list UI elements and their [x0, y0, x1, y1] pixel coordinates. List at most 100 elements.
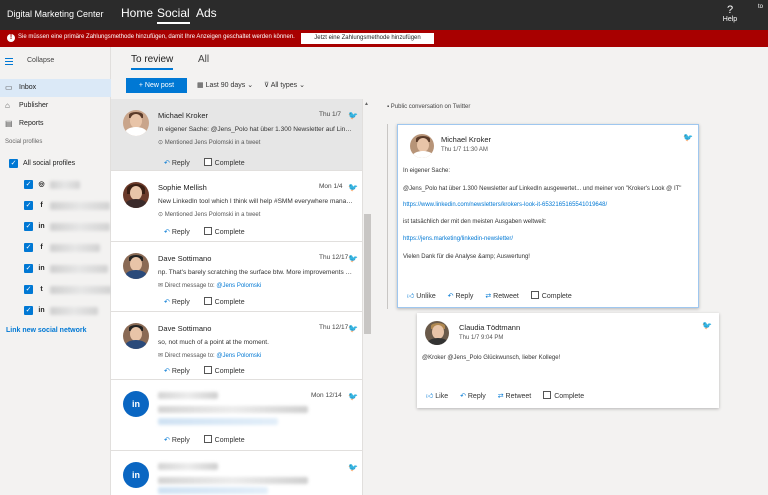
profile-name-blurred	[50, 244, 100, 252]
reply-button[interactable]: ↶ Reply	[448, 292, 474, 300]
post-author: Michael Kroker	[441, 135, 492, 144]
reply-button[interactable]: ↶ Reply	[164, 228, 190, 236]
scrollbar-thumb[interactable]	[364, 214, 371, 334]
item-meta: ⊙ Mentioned Jens Polomski in a tweet	[158, 139, 260, 146]
date-filter-dropdown[interactable]: ▦ Last 90 days ⌄	[197, 81, 253, 89]
message-feed[interactable]: Michael Kroker Thu 1/7 🐦 In eigener Sach…	[111, 99, 363, 495]
unlike-label: Unlike	[416, 293, 436, 300]
feed-item[interactable]: Michael Kroker Thu 1/7 🐦 In eigener Sach…	[111, 99, 362, 171]
check-icon: ✓	[24, 306, 33, 315]
mention-link[interactable]: @Jens Polomski	[216, 283, 261, 289]
checkbox-icon	[530, 291, 539, 299]
chevron-down-icon: ⌄	[297, 82, 305, 89]
reply-label: Reply	[171, 229, 190, 236]
reply-button[interactable]: ↶ Reply	[164, 367, 190, 375]
complete-checkbox[interactable]: Complete	[203, 158, 245, 167]
reply-button[interactable]: ↶ Reply	[164, 159, 190, 167]
feed-item[interactable]: Dave Sottimano Thu 12/17 🐦 np. That's ba…	[111, 242, 362, 312]
profile-row[interactable]: ✓ f	[24, 243, 100, 253]
add-payment-button[interactable]: Jetzt eine Zahlungsmethode hinzufügen	[301, 33, 434, 44]
sidebar-item-inbox[interactable]: ▭ Inbox	[0, 79, 111, 97]
tab-to-review[interactable]: To review	[131, 54, 174, 70]
item-text-blurred	[158, 406, 308, 413]
feed-scrollbar[interactable]: ▲	[363, 99, 372, 495]
reply-icon: ↶	[164, 229, 172, 236]
profile-row[interactable]: ✓ in	[24, 264, 108, 274]
checkbox-icon	[543, 391, 552, 399]
feed-item[interactable]: Dave Sottimano Thu 12/17 🐦 so, not much …	[111, 312, 362, 380]
scroll-up-icon[interactable]: ▲	[364, 101, 369, 107]
post-date: Thu 1/7 9:04 PM	[459, 335, 504, 341]
item-text-blurred	[158, 477, 308, 484]
twitter-icon: 🐦	[348, 111, 358, 120]
reply-label: Reply	[171, 368, 190, 375]
post-link[interactable]: https://jens.marketing/linkedin-newslett…	[403, 236, 513, 242]
retweet-icon: ⇄	[485, 293, 494, 300]
mention-icon: ⊙	[158, 140, 165, 146]
profile-row[interactable]: ✓ ◎	[24, 180, 80, 190]
avatar	[123, 323, 149, 349]
feed-item[interactable]: Sophie Mellish Mon 1/4 🐦 New LinkedIn to…	[111, 171, 362, 242]
new-post-button[interactable]: + New post	[126, 78, 187, 93]
complete-label: Complete	[214, 160, 245, 167]
like-button[interactable]: 👍︎ Like	[426, 391, 448, 400]
review-tabs: To review All	[111, 47, 373, 75]
mention-link[interactable]: @Jens Polomski	[216, 353, 261, 359]
inbox-icon: ▭	[5, 83, 13, 92]
meta-label: Mentioned Jens Polomski in a tweet	[164, 140, 261, 146]
twitter-icon: 🐦	[348, 392, 358, 401]
item-date: Thu 1/7	[319, 111, 342, 118]
user-menu-edge[interactable]: to	[758, 4, 763, 10]
complete-checkbox[interactable]: Complete	[203, 366, 245, 375]
nav-ads[interactable]: Ads	[196, 6, 217, 20]
item-meta-blurred	[158, 487, 268, 494]
type-filter-dropdown[interactable]: ⊽ All types ⌄	[264, 81, 305, 89]
retweet-button[interactable]: ⇄ Retweet	[485, 292, 519, 300]
mail-icon: ✉	[158, 283, 165, 289]
tab-all[interactable]: All	[198, 54, 209, 65]
post-link[interactable]: https://www.linkedin.com/newsletters/kro…	[403, 202, 607, 208]
complete-checkbox[interactable]: Complete	[203, 227, 245, 236]
reply-button[interactable]: ↶ Reply	[164, 298, 190, 306]
unlike-button[interactable]: 👍︎ Unlike	[407, 291, 436, 300]
collapse-button[interactable]: Collapse	[0, 55, 111, 67]
feed-item[interactable]: in 🐦	[111, 451, 362, 495]
complete-checkbox[interactable]: Complete	[530, 291, 572, 300]
calendar-icon: ▦	[197, 82, 206, 89]
like-label: Like	[435, 393, 449, 400]
sidebar-item-reports[interactable]: ▤ Reports	[0, 115, 111, 133]
linkedin-avatar: in	[123, 391, 149, 417]
profile-row[interactable]: ✓ f	[24, 201, 110, 211]
item-text: so, not much of a point at the moment.	[158, 339, 269, 346]
complete-checkbox[interactable]: Complete	[203, 297, 245, 306]
item-text: In eigener Sache: @Jens_Polo hat über 1.…	[158, 126, 354, 133]
nav-social[interactable]: Social	[157, 6, 190, 24]
sidebar-item-label: Publisher	[19, 102, 49, 109]
nav-home[interactable]: Home	[121, 6, 153, 20]
checkbox-icon	[203, 366, 212, 374]
twitter-icon: 🐦	[348, 324, 358, 333]
sidebar: Collapse ▭ Inbox ⌂ Publisher ▤ Reports S…	[0, 47, 112, 495]
check-icon: ✓	[24, 222, 33, 231]
feed-item[interactable]: in Mon 12/14 🐦 ↶ Reply Complete	[111, 380, 362, 451]
profile-row[interactable]: ✓ t	[24, 285, 112, 295]
item-text: np. That's barely scratching the surface…	[158, 269, 354, 276]
profile-row[interactable]: ✓ in	[24, 222, 110, 232]
complete-checkbox[interactable]: Complete	[543, 391, 584, 400]
all-profiles-checkbox[interactable]: ✓ All social profiles	[9, 159, 75, 171]
item-actions: ↶ Reply Complete	[164, 158, 257, 167]
profile-row[interactable]: ✓ in	[24, 306, 98, 316]
check-icon: ✓	[9, 159, 18, 168]
conversation-pane: ▪ Public conversation on Twitter Michael…	[373, 99, 768, 495]
complete-checkbox[interactable]: Complete	[203, 435, 245, 444]
twitter-icon: t	[40, 286, 43, 293]
reply-button[interactable]: ↶ Reply	[164, 436, 190, 444]
help-button[interactable]: ? Help	[719, 4, 741, 23]
item-actions: ↶ Reply Complete	[164, 435, 257, 444]
retweet-button[interactable]: ⇄ Retweet	[498, 392, 532, 400]
reply-button[interactable]: ↶ Reply	[460, 392, 486, 400]
help-label: Help	[722, 16, 738, 23]
link-new-network[interactable]: Link new social network	[6, 327, 87, 334]
linkedin-avatar: in	[123, 462, 149, 488]
sidebar-item-publisher[interactable]: ⌂ Publisher	[0, 97, 111, 115]
